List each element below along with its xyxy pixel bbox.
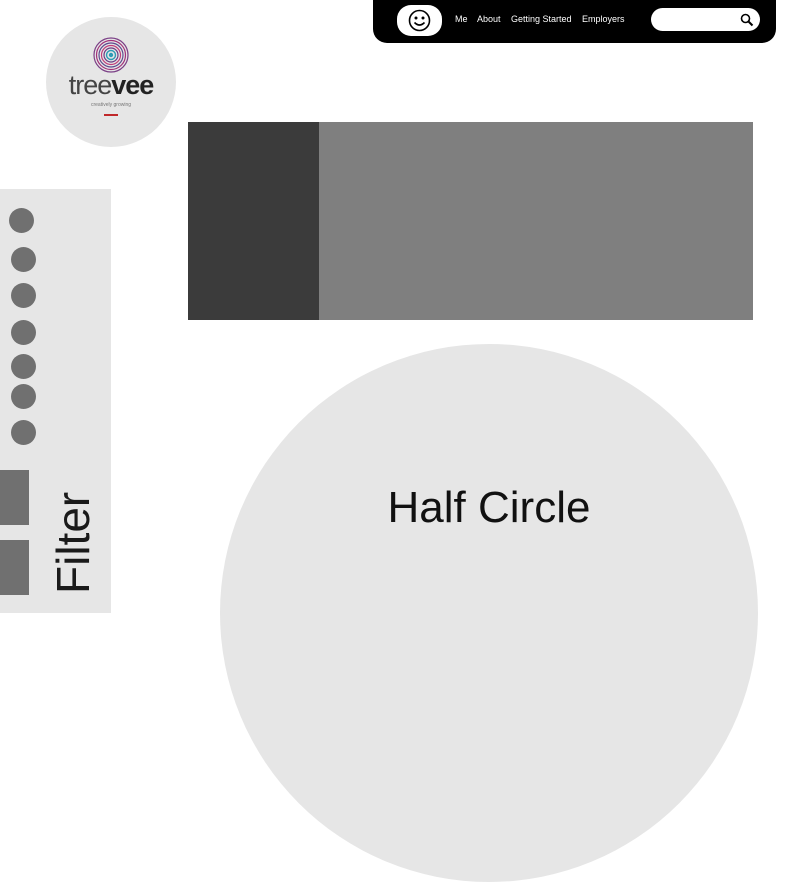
search-box	[651, 8, 760, 31]
hero-banner[interactable]	[188, 122, 753, 320]
treevee-logo[interactable]: treevee creatively growing	[46, 17, 176, 147]
filter-option-dot[interactable]	[11, 247, 36, 272]
half-circle-label: Half Circle	[387, 483, 591, 532]
filter-label: Filter	[47, 491, 99, 594]
nav-link-getting-started[interactable]: Getting Started	[511, 14, 572, 24]
nav-link-about[interactable]: About	[477, 14, 501, 24]
smiley-face-icon	[408, 9, 431, 32]
nav-link-me[interactable]: Me	[455, 14, 468, 24]
logo-wordmark: treevee	[46, 70, 176, 100]
filter-option-dot[interactable]	[11, 354, 36, 379]
filter-option-dot[interactable]	[11, 320, 36, 345]
search-input[interactable]	[659, 11, 741, 29]
filter-option-dot[interactable]	[11, 384, 36, 409]
filter-option-dot[interactable]	[11, 283, 36, 308]
half-circle-panel[interactable]: Half Circle	[220, 344, 758, 882]
filter-sidebar: Filter	[0, 189, 111, 613]
nav-link-employers[interactable]: Employers	[582, 14, 625, 24]
filter-option-dot[interactable]	[9, 208, 34, 233]
concentric-rings-icon	[93, 37, 129, 73]
logo-text-bold: vee	[111, 70, 154, 100]
filter-block[interactable]	[0, 540, 29, 595]
banner-side-panel	[188, 122, 319, 320]
top-nav-bar: Me About Getting Started Employers	[373, 0, 776, 43]
logo-accent-mark	[104, 114, 118, 116]
smiley-button[interactable]	[397, 5, 442, 36]
filter-option-dot[interactable]	[11, 420, 36, 445]
magnifier-icon[interactable]	[740, 13, 754, 27]
logo-tagline: creatively growing	[90, 102, 132, 108]
logo-text-light: tree	[68, 70, 113, 100]
filter-block[interactable]	[0, 470, 29, 525]
